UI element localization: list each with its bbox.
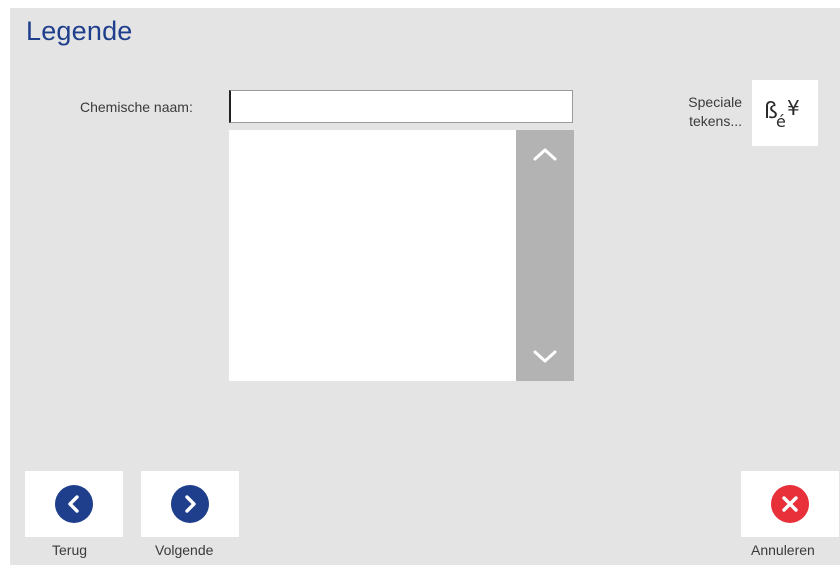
chevron-down-icon	[533, 350, 557, 363]
scroll-down-button[interactable]	[516, 333, 574, 381]
special-characters-icon: ß é ¥	[764, 96, 800, 131]
chemical-name-list	[229, 130, 574, 381]
chevron-left-icon	[68, 495, 79, 513]
back-button[interactable]	[25, 471, 123, 537]
back-circle	[55, 485, 93, 523]
cancel-button-label: Annuleren	[751, 542, 815, 558]
chevron-right-icon	[185, 495, 196, 513]
close-icon	[782, 496, 798, 512]
chemical-name-label: Chemische naam:	[80, 99, 193, 115]
special-label-line1: Speciale	[688, 94, 742, 110]
scroll-up-button[interactable]	[516, 130, 574, 178]
special-label-line2: tekens...	[689, 113, 742, 129]
back-button-label: Terug	[52, 542, 88, 558]
chemical-name-input[interactable]	[229, 90, 573, 123]
page-title: Legende	[26, 16, 133, 46]
special-characters-label: Speciale tekens...	[670, 93, 742, 131]
special-characters-button[interactable]: ß é ¥	[752, 80, 818, 146]
list-scrollbar[interactable]	[516, 130, 574, 381]
legend-screen: Legende Chemische naam: Speciale tekens.…	[10, 8, 840, 565]
list-area[interactable]	[229, 130, 516, 381]
next-circle	[171, 485, 209, 523]
cancel-button[interactable]	[741, 471, 839, 537]
special-icon-yen: ¥	[787, 96, 800, 120]
special-icon-e-acute: é	[776, 112, 786, 131]
next-button[interactable]	[141, 471, 239, 537]
cancel-circle	[771, 485, 809, 523]
next-button-label: Volgende	[155, 542, 214, 558]
chevron-up-icon	[533, 148, 557, 161]
